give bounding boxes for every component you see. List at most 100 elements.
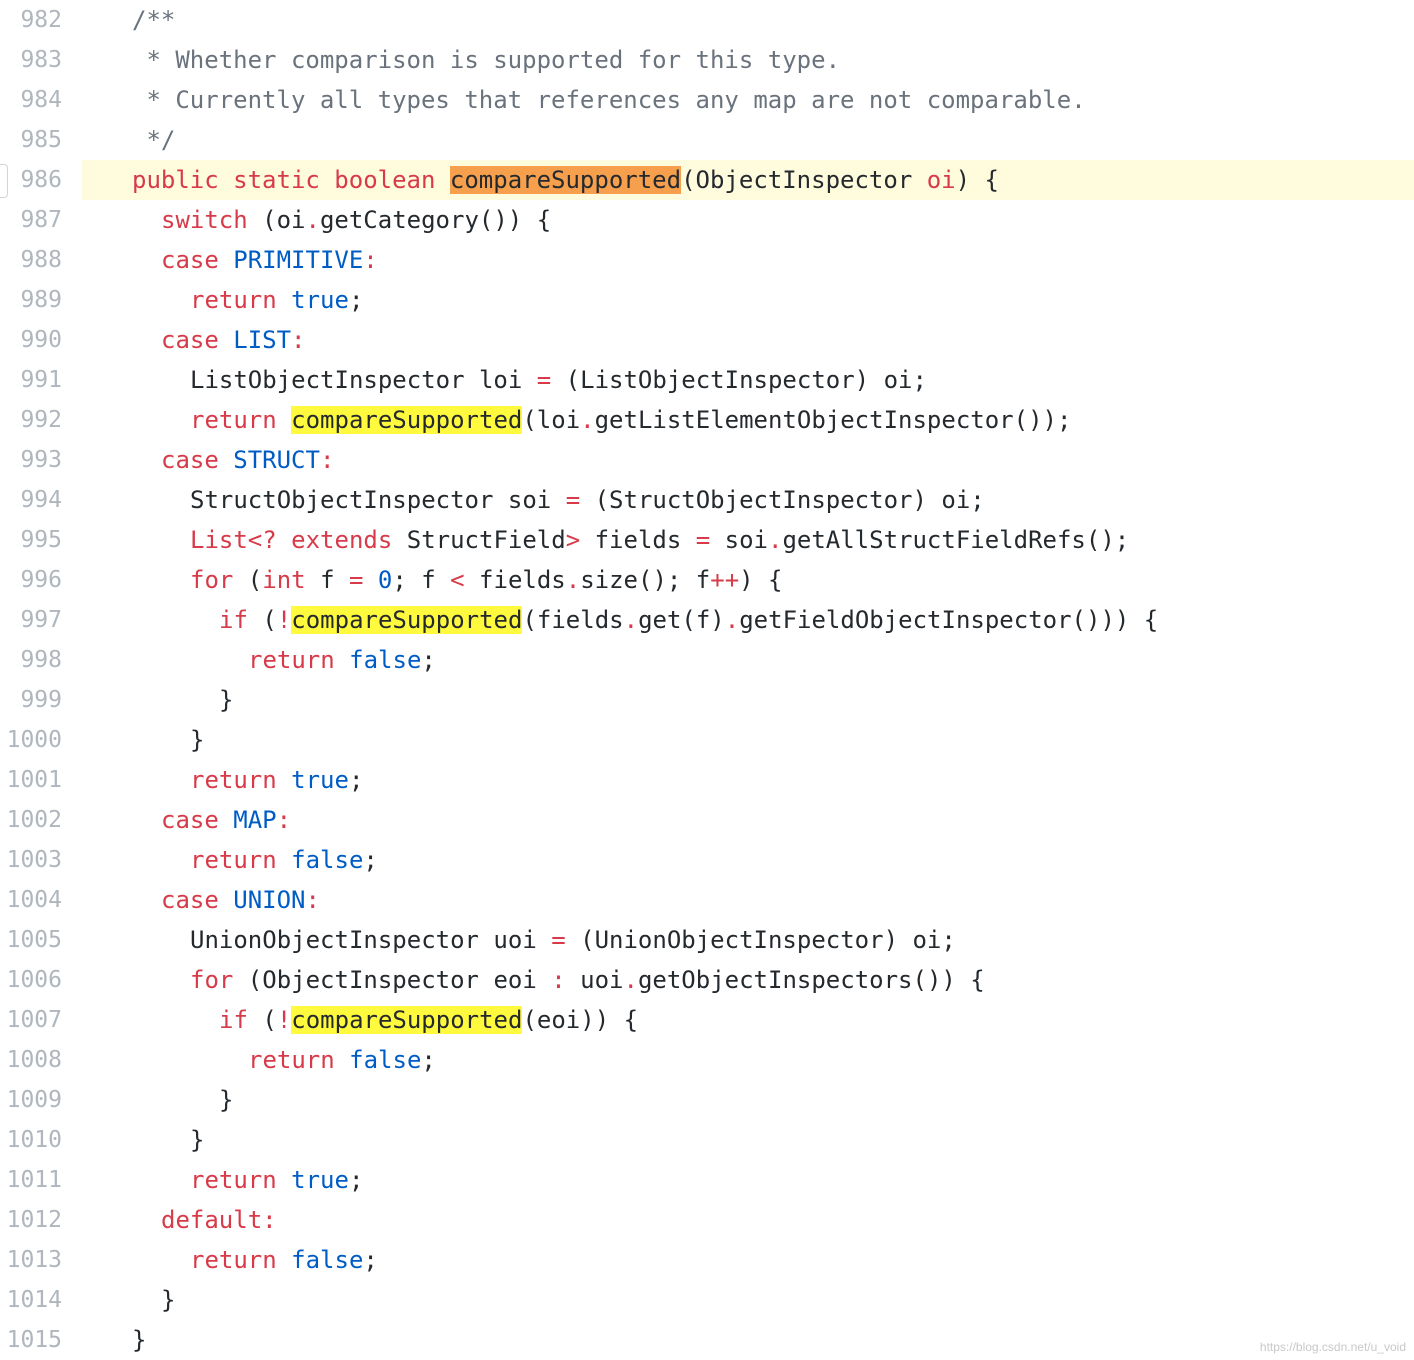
code-line[interactable]: 1015} (0, 1320, 1414, 1360)
literal-token: false (291, 846, 364, 874)
code-line[interactable]: 1000} (0, 720, 1414, 760)
line-number[interactable]: 988 (0, 240, 62, 280)
code-line[interactable]: 988 case PRIMITIVE: (0, 240, 1414, 280)
operator-token: < (450, 566, 465, 594)
code-line[interactable]: 993 case STRUCT: (0, 440, 1414, 480)
code-line[interactable]: 1005 UnionObjectInspector uoi = (UnionObj… (0, 920, 1414, 960)
line-number[interactable]: 999 (0, 680, 62, 720)
line-number[interactable]: 987 (0, 200, 62, 240)
code-text: for (ObjectInspector eoi : uoi.getObject… (190, 960, 985, 1000)
line-number[interactable]: 991 (0, 360, 62, 400)
code-text: default: (161, 1200, 277, 1240)
line-number[interactable]: 1006 (0, 960, 62, 1000)
code-line[interactable]: 983 * Whether comparison is supported fo… (0, 40, 1414, 80)
line-number[interactable]: 1000 (0, 720, 62, 760)
line-number[interactable]: 1010 (0, 1120, 62, 1160)
line-number[interactable]: 983 (0, 40, 62, 80)
code-token: ( (247, 606, 277, 634)
line-number[interactable]: 1005 (0, 920, 62, 960)
line-number[interactable]: 984 (0, 80, 62, 120)
code-text: /** (132, 0, 175, 40)
code-line[interactable]: 1006 for (ObjectInspector eoi : uoi.getOb… (0, 960, 1414, 1000)
operator-token: > (565, 526, 581, 554)
code-token: getCategory()) { (319, 206, 552, 234)
line-number[interactable]: 989 (0, 280, 62, 320)
operator-token: . (623, 606, 639, 634)
code-token: ; (348, 286, 364, 314)
line-number[interactable]: 1013 (0, 1240, 62, 1280)
operator-token: ! (276, 1006, 292, 1034)
line-number[interactable]: 993 (0, 440, 62, 480)
line-number[interactable]: 992 (0, 400, 62, 440)
code-line[interactable]: 997 if (!compareSupported(fields.get(f).g… (0, 600, 1414, 640)
code-line[interactable]: 1001 return true; (0, 760, 1414, 800)
code-line[interactable]: 989 return true; (0, 280, 1414, 320)
code-line[interactable]: 1010} (0, 1120, 1414, 1160)
code-text: return true; (190, 1160, 363, 1200)
line-number[interactable]: 1008 (0, 1040, 62, 1080)
code-line[interactable]: 1007 if (!compareSupported(eoi)) { (0, 1000, 1414, 1040)
keyword-token: List<? extends (190, 526, 393, 554)
line-number[interactable]: 982 (0, 0, 62, 40)
line-number[interactable]: 1007 (0, 1000, 62, 1040)
code-line[interactable]: 1012 default: (0, 1200, 1414, 1240)
operator-token: : (276, 806, 292, 834)
line-number[interactable]: 998 (0, 640, 62, 680)
code-line[interactable]: 982 /** (0, 0, 1414, 40)
code-text: return true; (190, 280, 363, 320)
line-number[interactable]: 1003 (0, 840, 62, 880)
code-line[interactable]: 985 */ (0, 120, 1414, 160)
code-token: ( (233, 566, 263, 594)
code-text: return false; (248, 1040, 436, 1080)
line-number[interactable]: 1011 (0, 1160, 62, 1200)
code-line[interactable]: 987 switch (oi.getCategory()) { (0, 200, 1414, 240)
code-line[interactable]: 1014} (0, 1280, 1414, 1320)
code-line[interactable]: 998 return false; (0, 640, 1414, 680)
code-line[interactable]: 1013 return false; (0, 1240, 1414, 1280)
code-line[interactable]: 1004 case UNION: (0, 880, 1414, 920)
code-lines: 982 /** 983 * Whether comparison is suppor… (0, 0, 1414, 1360)
code-line[interactable]: 984 * Currently all types that reference… (0, 80, 1414, 120)
keyword-token: for (190, 966, 234, 994)
code-line[interactable]: 1002 case MAP: (0, 800, 1414, 840)
code-line[interactable]: 1003 return false; (0, 840, 1414, 880)
code-text: case LIST: (161, 320, 306, 360)
line-number[interactable]: 1009 (0, 1080, 62, 1120)
line-number[interactable]: 1014 (0, 1280, 62, 1320)
line-number[interactable]: 1002 (0, 800, 62, 840)
code-line[interactable]: 994 StructObjectInspector soi = (StructOb… (0, 480, 1414, 520)
line-number[interactable]: 995 (0, 520, 62, 560)
keyword-token: for (190, 566, 234, 594)
code-line[interactable]: 992 return compareSupported(loi.getListEl… (0, 400, 1414, 440)
keyword-token: switch (161, 206, 248, 234)
keyword-token: int (262, 566, 306, 594)
code-token: get(f) (638, 606, 725, 634)
keyword-token: if (219, 1006, 248, 1034)
code-line[interactable]: 1008 return false; (0, 1040, 1414, 1080)
line-number[interactable]: 986 (0, 160, 62, 200)
line-number[interactable]: 1004 (0, 880, 62, 920)
line-number[interactable]: 997 (0, 600, 62, 640)
code-line[interactable]: 996 for (int f = 0; f < fields.size(); f+… (0, 560, 1414, 600)
code-line[interactable]: 1009} (0, 1080, 1414, 1120)
literal-token: STRUCT (233, 446, 320, 474)
operator-token: : (319, 446, 335, 474)
line-number[interactable]: 985 (0, 120, 62, 160)
code-line[interactable]: 999} (0, 680, 1414, 720)
line-number[interactable]: 996 (0, 560, 62, 600)
code-line[interactable]: 990 case LIST: (0, 320, 1414, 360)
line-number[interactable]: 1012 (0, 1200, 62, 1240)
keyword-token: return (190, 406, 277, 434)
line-number[interactable]: 994 (0, 480, 62, 520)
code-line[interactable]: 995 List<? extends StructField> fields = … (0, 520, 1414, 560)
code-line-current[interactable]: 986 public static boolean compareSupporte… (0, 160, 1414, 200)
line-number[interactable]: 990 (0, 320, 62, 360)
code-text: } (161, 1280, 175, 1320)
code-line[interactable]: 991 ListObjectInspector loi = (ListObject… (0, 360, 1414, 400)
code-line[interactable]: 1011 return true; (0, 1160, 1414, 1200)
code-text: case STRUCT: (161, 440, 334, 480)
line-number[interactable]: 1001 (0, 760, 62, 800)
line-number[interactable]: 1015 (0, 1320, 62, 1360)
code-token: } (132, 1326, 147, 1354)
